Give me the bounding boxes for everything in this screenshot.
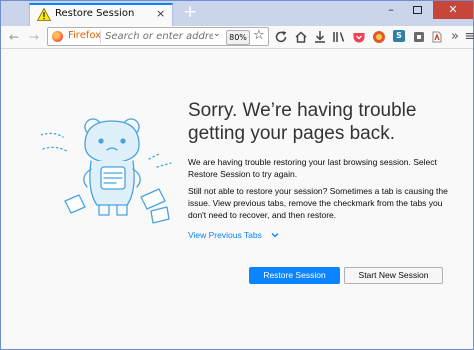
zoom-level-badge[interactable]: 80%	[226, 30, 250, 45]
forward-icon[interactable]: →	[26, 29, 42, 45]
bookmark-star-icon[interactable]: ☆	[253, 28, 265, 43]
chevron-down-icon[interactable]	[270, 230, 280, 240]
error-description: We are having trouble restoring your las…	[188, 157, 437, 179]
maximize-icon	[412, 6, 422, 14]
firefox-icon	[52, 31, 63, 42]
tab-close-icon[interactable]: ×	[156, 7, 165, 20]
url-bar[interactable]: Firefox ⌄ 80% ☆	[47, 27, 269, 46]
library-icon[interactable]	[331, 29, 347, 45]
puzzle-extension-icon[interactable]	[411, 29, 427, 45]
reload-icon[interactable]	[273, 29, 289, 45]
overflow-menu-icon[interactable]: »	[447, 29, 463, 45]
view-previous-tabs-link[interactable]: View Previous Tabs	[188, 230, 262, 240]
page-title: Sorry. We’re having trouble getting your…	[188, 100, 417, 144]
maximize-button[interactable]	[405, 1, 429, 19]
url-divider	[100, 30, 101, 43]
hamburger-menu-icon[interactable]: ≡	[462, 29, 474, 45]
troubleshooting-text: Still not able to restore your session? …	[188, 186, 448, 220]
back-icon[interactable]: ←	[6, 29, 22, 45]
sad-bear-illustration	[41, 118, 172, 224]
new-tab-button[interactable]: +	[183, 2, 197, 22]
browser-window: Restore Session × + – ✕ ← → Firefox ⌄ 80…	[0, 0, 474, 350]
pdf-extension-icon[interactable]	[429, 29, 445, 45]
tab-strip: Restore Session × + – ✕	[1, 1, 473, 26]
identity-label[interactable]: Firefox	[68, 30, 101, 41]
address-input[interactable]	[105, 29, 213, 44]
navigation-toolbar: ← → Firefox ⌄ 80% ☆	[1, 26, 474, 49]
tab-title: Restore Session	[55, 8, 135, 19]
tab-restore-session[interactable]: Restore Session ×	[29, 3, 173, 26]
shield-extension-icon[interactable]	[371, 29, 387, 45]
restore-session-button[interactable]: Restore Session	[249, 267, 340, 284]
url-dropdown-icon[interactable]: ⌄	[213, 29, 221, 39]
pocket-icon[interactable]	[351, 29, 367, 45]
minimize-button[interactable]: –	[379, 1, 403, 19]
start-new-session-button[interactable]: Start New Session	[344, 267, 443, 284]
home-icon[interactable]	[293, 29, 309, 45]
close-window-button[interactable]: ✕	[433, 1, 473, 19]
downloads-icon[interactable]	[312, 29, 328, 45]
warning-icon	[37, 8, 51, 21]
s-extension-icon[interactable]: S	[393, 30, 405, 42]
